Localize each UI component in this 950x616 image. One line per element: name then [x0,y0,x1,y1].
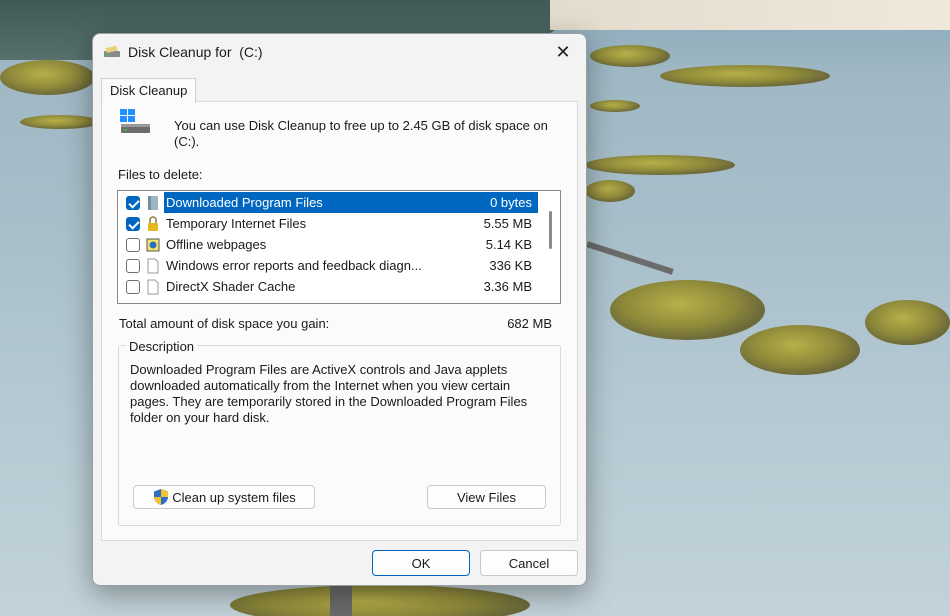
checkbox-temporary-internet-files[interactable] [126,216,140,231]
list-item-windows-error-reports[interactable]: Windows error reports and feedback diagn… [118,255,538,276]
file-icon [147,258,159,273]
file-size: 0 bytes [490,195,532,210]
list-item-offline-webpages[interactable]: Offline webpages 5.14 KB [118,234,538,255]
close-button[interactable]: ✕ [540,34,586,70]
file-icon [147,279,159,294]
file-name: Temporary Internet Files [166,216,307,231]
window-title: Disk Cleanup for (C:) [128,44,263,60]
file-name: Offline webpages [166,237,267,252]
files-to-delete-label: Files to delete: [118,167,203,182]
intro-text: You can use Disk Cleanup to free up to 2… [174,118,548,149]
total-space-value: 682 MB [507,316,552,331]
title-bar[interactable]: Disk Cleanup for (C:) ✕ [93,34,586,70]
folder-icon [148,195,158,210]
file-name: Windows error reports and feedback diagn… [166,258,422,273]
file-name: DirectX Shader Cache [166,279,296,294]
files-listbox[interactable]: Downloaded Program Files 0 bytes Tempora… [117,190,561,304]
clean-up-system-files-label: Clean up system files [172,489,296,505]
lock-icon [148,215,158,231]
view-files-button[interactable]: View Files [427,485,546,509]
checkbox-downloaded-program-files[interactable] [126,195,140,210]
file-size: 336 KB [489,258,532,273]
drive-icon [120,109,150,133]
file-size: 5.14 KB [485,237,532,252]
file-size: 3.36 MB [483,279,532,294]
tab-disk-cleanup[interactable]: Disk Cleanup [101,78,197,103]
clean-up-system-files-button[interactable]: Clean up system files [133,485,315,509]
list-item-temporary-internet-files[interactable]: Temporary Internet Files 5.55 MB [118,213,538,234]
description-text: Downloaded Program Files are ActiveX con… [130,362,528,425]
file-name: Downloaded Program Files [166,195,323,210]
close-icon: ✕ [555,41,571,62]
list-item-directx-shader-cache[interactable]: DirectX Shader Cache 3.36 MB [118,276,538,297]
checkbox-offline-webpages[interactable] [126,237,140,252]
list-scrollbar[interactable] [549,211,552,249]
list-item-downloaded-program-files[interactable]: Downloaded Program Files 0 bytes [118,192,538,213]
disk-cleanup-app-icon [104,45,120,57]
uac-shield-icon [154,489,169,505]
offline-webpages-icon [146,238,160,251]
checkbox-windows-error-reports[interactable] [126,258,140,273]
checkbox-directx-shader-cache[interactable] [126,279,140,294]
cancel-button[interactable]: Cancel [480,550,578,576]
disk-cleanup-dialog: Disk Cleanup for (C:) ✕ Disk Cleanup You… [92,33,587,586]
ok-button[interactable]: OK [372,550,470,576]
total-space-label: Total amount of disk space you gain: [119,316,330,331]
description-legend: Description [126,339,198,354]
file-size: 5.55 MB [483,216,532,231]
